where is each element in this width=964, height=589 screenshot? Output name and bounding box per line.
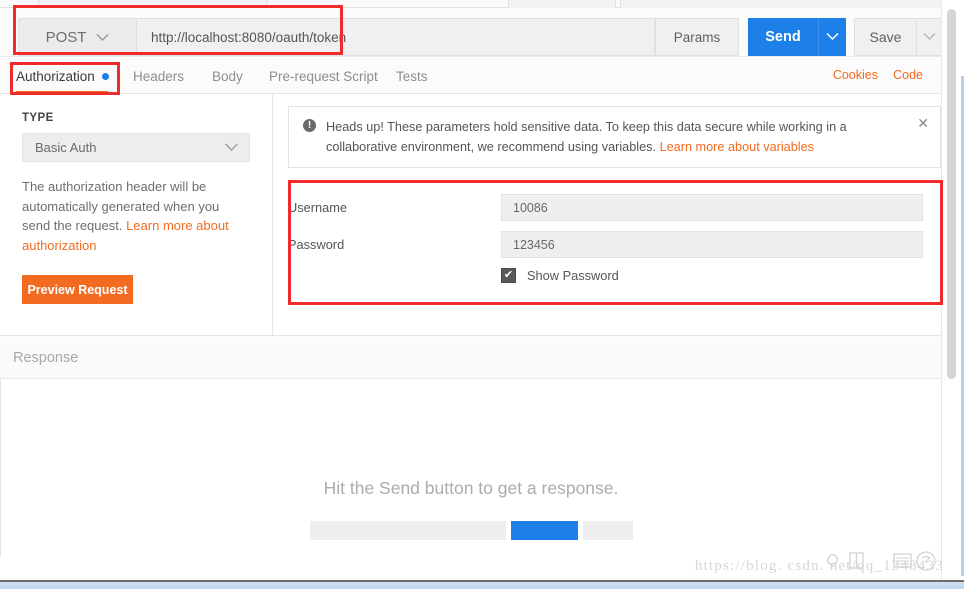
response-body: Hit the Send button to get a response.	[0, 379, 941, 557]
variables-learn-more-link[interactable]: Learn more about variables	[660, 140, 814, 154]
auth-type-label: TYPE	[22, 112, 54, 124]
show-password-row: ✔ Show Password	[501, 268, 933, 283]
scrollbar-thumb[interactable]	[947, 9, 956, 379]
url-input[interactable]: http://localhost:8080/oauth/token	[136, 18, 655, 56]
tab-tests[interactable]: Tests	[396, 58, 428, 94]
username-label: Username	[288, 200, 348, 215]
show-password-label: Show Password	[527, 268, 619, 283]
chevron-down-icon	[923, 28, 936, 46]
postman-window: POST http://localhost:8080/oauth/token P…	[0, 0, 964, 589]
auth-type-column: TYPE Basic Auth The authorization header…	[0, 94, 273, 336]
request-tabs: Authorization Headers Body Pre-request S…	[0, 58, 941, 94]
username-value: 10086	[513, 200, 548, 215]
chevron-down-icon	[96, 29, 109, 46]
cookies-link[interactable]: Cookies	[833, 68, 878, 82]
http-method-label: POST	[45, 28, 87, 46]
username-row: Username 10086	[288, 194, 933, 221]
close-icon[interactable]: ✕	[917, 116, 929, 130]
password-label: Password	[288, 237, 345, 252]
username-input[interactable]: 10086	[501, 194, 923, 221]
tab-headers-label: Headers	[133, 68, 185, 84]
auth-type-select[interactable]: Basic Auth	[22, 133, 250, 162]
clipped-top-strip	[0, 0, 964, 8]
skeleton-bar-left	[309, 521, 506, 540]
tab-body[interactable]: Body	[212, 58, 243, 94]
auth-description: The authorization header will be automat…	[22, 177, 234, 255]
code-link[interactable]: Code	[893, 68, 923, 82]
tab-pre-request-script[interactable]: Pre-request Script	[269, 58, 378, 94]
response-skeleton	[1, 521, 941, 540]
preview-request-label: Preview Request	[27, 282, 128, 297]
exclamation-circle-icon: !	[303, 119, 316, 132]
url-text: http://localhost:8080/oauth/token	[151, 29, 347, 45]
params-button[interactable]: Params	[655, 18, 739, 56]
sensitive-data-notice: ! Heads up! These parameters hold sensit…	[288, 106, 941, 168]
auth-type-value: Basic Auth	[35, 140, 97, 155]
tab-authorization[interactable]: Authorization	[16, 58, 109, 94]
vertical-scrollbar[interactable]	[947, 9, 956, 557]
preview-request-button[interactable]: Preview Request	[22, 275, 133, 304]
tab-authorization-label: Authorization	[16, 68, 95, 84]
tab-headers[interactable]: Headers	[133, 58, 184, 94]
request-bar: POST http://localhost:8080/oauth/token P…	[0, 8, 942, 57]
chevron-down-icon	[826, 28, 839, 46]
tab-tests-label: Tests	[396, 68, 428, 84]
save-options-button[interactable]	[916, 18, 942, 56]
save-label: Save	[869, 29, 902, 45]
window-bottom-bar	[0, 582, 964, 589]
tab-status-dot-icon	[101, 72, 109, 80]
tab-pre-request-script-label: Pre-request Script	[269, 68, 378, 84]
response-empty-message: Hit the Send button to get a response.	[323, 478, 619, 498]
send-label: Send	[765, 29, 801, 45]
show-password-checkbox[interactable]: ✔	[501, 268, 516, 283]
response-title: Response	[13, 349, 79, 366]
send-options-button[interactable]	[818, 18, 846, 56]
authorization-panel: TYPE Basic Auth The authorization header…	[0, 94, 941, 336]
credentials-form: Username 10086 Password 123456 ✔ Show Pa	[288, 194, 933, 283]
auth-fields-column: ! Heads up! These parameters hold sensit…	[274, 94, 941, 336]
http-method-selector[interactable]: POST	[18, 18, 136, 56]
response-header: Response	[0, 337, 941, 379]
password-input[interactable]: 123456	[501, 231, 923, 258]
watermark-url: https://blog. csdn. net/qq_1348433	[694, 558, 944, 574]
notice-text: Heads up! These parameters hold sensitiv…	[326, 117, 904, 157]
skeleton-bar-right	[582, 521, 633, 540]
params-label: Params	[673, 29, 721, 45]
save-button[interactable]: Save	[854, 18, 916, 56]
tab-body-label: Body	[212, 68, 243, 84]
password-row: Password 123456	[288, 231, 933, 258]
chevron-down-icon	[224, 140, 239, 155]
check-icon: ✔	[503, 269, 514, 281]
send-button[interactable]: Send	[748, 18, 818, 56]
skeleton-bar-highlight	[510, 521, 578, 540]
password-value: 123456	[513, 237, 555, 252]
